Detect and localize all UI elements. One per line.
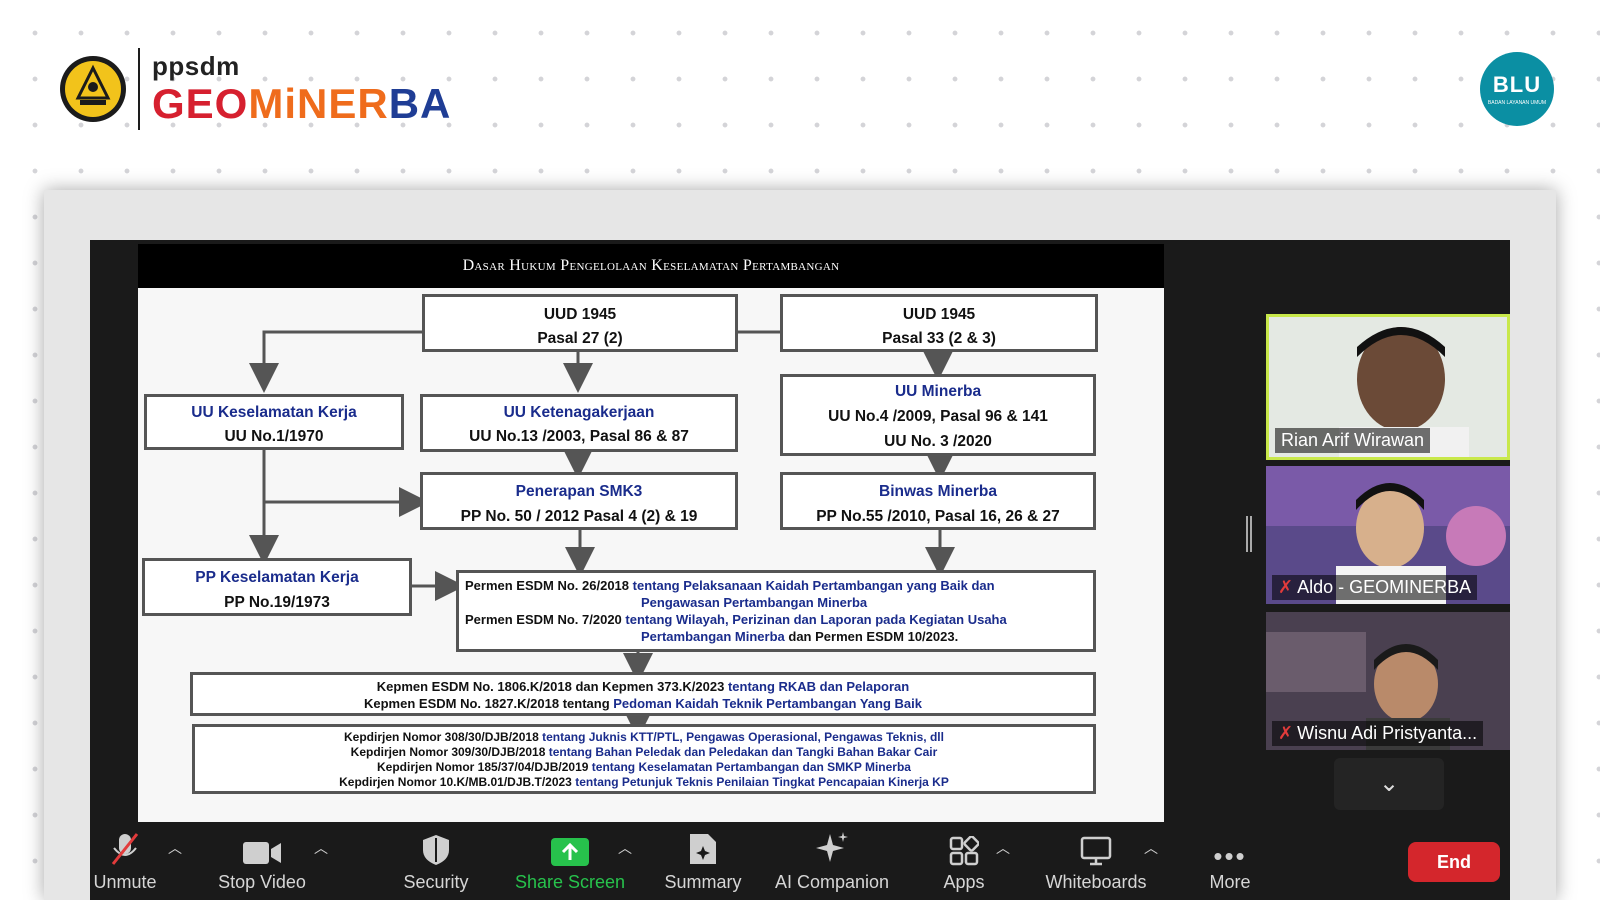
share-screen-icon <box>551 838 589 866</box>
ai-companion-button[interactable]: AI Companion <box>766 828 898 900</box>
box-binwas-minerba: Binwas Minerba PP No.55 /2010, Pasal 16, … <box>780 472 1096 530</box>
box-pp-keselamatan-kerja: PP Keselamatan Kerja PP No.19/1973 <box>142 558 412 616</box>
shared-slide: Dasar Hukum Pengelolaan Keselamatan Pert… <box>138 244 1164 822</box>
participant-tile[interactable]: ✗ Aldo - GEOMINERBA <box>1266 466 1510 604</box>
participant-tile[interactable]: ✗ Wisnu Adi Pristyanta... <box>1266 612 1510 750</box>
participant-name: ✗ Wisnu Adi Pristyanta... <box>1272 721 1484 746</box>
apps-icon <box>949 836 979 866</box>
box-uu-keselamatan-kerja: UU Keselamatan Kerja UU No.1/1970 <box>144 394 404 450</box>
apps-options-caret[interactable]: ︿ <box>996 838 1010 858</box>
summary-icon <box>690 834 716 864</box>
video-options-caret[interactable]: ︿ <box>314 838 328 858</box>
brand-ppsdm: ppsdm <box>152 51 240 81</box>
share-screen-button[interactable]: Share Screen <box>510 828 630 900</box>
chevron-down-icon: ⌄ <box>1378 770 1400 797</box>
end-meeting-button[interactable]: End <box>1408 842 1500 882</box>
whiteboards-button[interactable]: Whiteboards <box>1040 828 1152 900</box>
apps-button[interactable]: Apps <box>936 828 992 900</box>
participant-name: Rian Arif Wirawan <box>1275 428 1431 453</box>
box-uu-ketenagakerjaan: UU Ketenagakerjaan UU No.13 /2003, Pasal … <box>420 394 738 452</box>
participant-tile[interactable]: Rian Arif Wirawan <box>1266 314 1510 460</box>
security-button[interactable]: Security <box>396 828 476 900</box>
box-uud-pasal-33: UUD 1945 Pasal 33 (2 & 3) <box>780 294 1098 352</box>
whiteboard-icon <box>1080 836 1112 866</box>
esdm-emblem-icon <box>60 56 126 122</box>
whiteboards-options-caret[interactable]: ︿ <box>1144 838 1158 858</box>
more-participants-button[interactable]: ⌄ <box>1334 758 1444 810</box>
blu-logo: BLU BADAN LAYANAN UMUM <box>1480 52 1554 126</box>
box-kepmen-esdm: Kepmen ESDM No. 1806.K/2018 dan Kepmen 3… <box>190 672 1096 716</box>
share-options-caret[interactable]: ︿ <box>618 838 632 858</box>
logo-divider <box>138 48 140 130</box>
ppsdm-logo: ppsdm GEOMiNERBA <box>58 48 451 130</box>
more-dots-icon: ••• <box>1213 841 1247 871</box>
video-camera-icon <box>243 842 281 864</box>
brand-geominerba: GEOMiNERBA <box>152 80 452 127</box>
unmute-button[interactable]: Unmute <box>92 828 158 900</box>
audio-options-caret[interactable]: ︿ <box>168 838 182 858</box>
participant-name: ✗ Aldo - GEOMINERBA <box>1272 575 1478 600</box>
muted-mic-icon: ✗ <box>1278 723 1294 743</box>
box-penerapan-smk3: Penerapan SMK3 PP No. 50 / 2012 Pasal 4 (… <box>420 472 738 530</box>
box-permen-esdm: Permen ESDM No. 26/2018 tentang Pelaksan… <box>456 570 1096 652</box>
stop-video-button[interactable]: Stop Video <box>214 828 310 900</box>
panel-resize-handle[interactable] <box>1246 516 1252 552</box>
meeting-toolbar: Unmute ︿ Stop Video ︿ Security Share Scr… <box>90 828 1510 900</box>
sparkle-icon <box>816 832 848 862</box>
box-uu-minerba: UU Minerba UU No.4 /2009, Pasal 96 & 141 U… <box>780 374 1096 456</box>
muted-mic-icon: ✗ <box>1278 577 1294 597</box>
muted-mic-icon <box>111 833 139 865</box>
box-uud-pasal-27: UUD 1945 Pasal 27 (2) <box>422 294 738 352</box>
summary-button[interactable]: Summary <box>660 828 746 900</box>
shield-icon <box>423 835 449 865</box>
box-kepdirjen: Kepdirjen Nomor 308/30/DJB/2018 tentang … <box>192 724 1096 794</box>
more-button[interactable]: ••• More <box>1202 828 1258 900</box>
